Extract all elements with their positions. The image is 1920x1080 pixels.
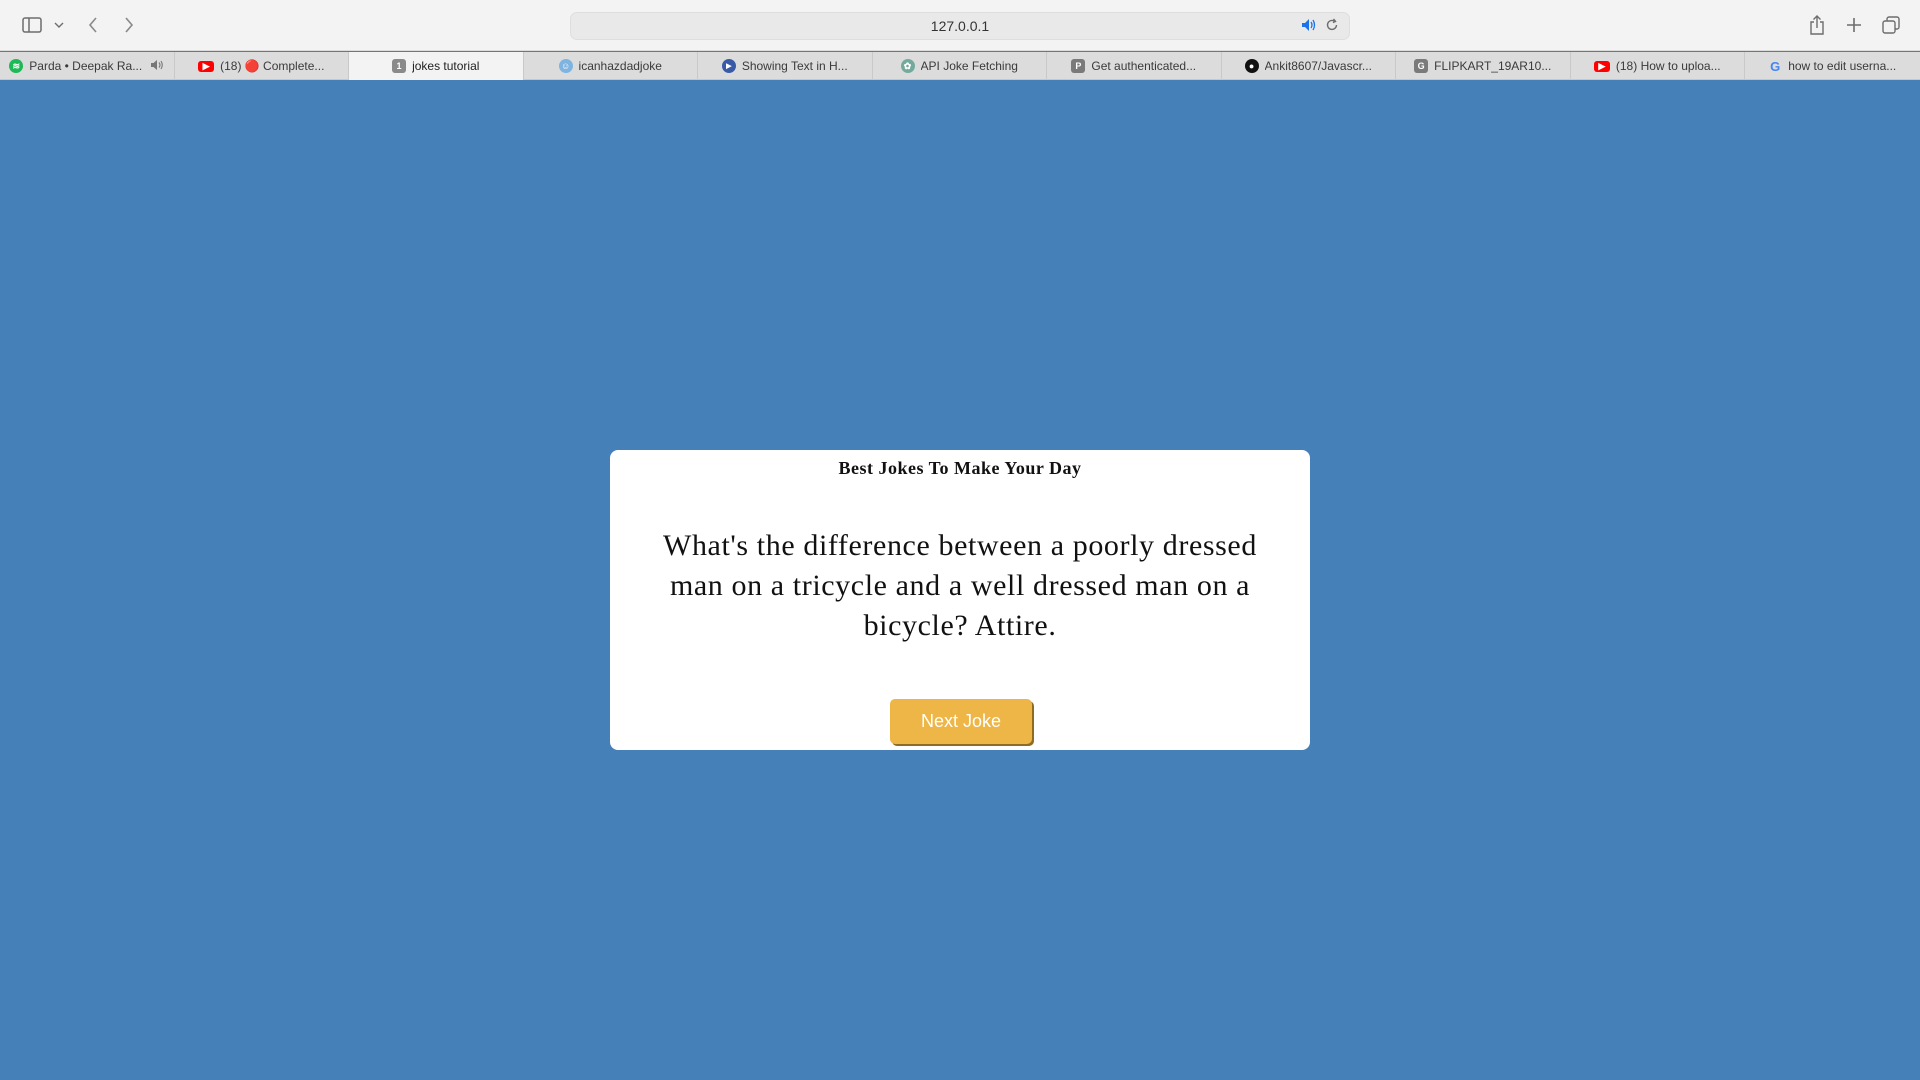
tab-overview-icon[interactable] bbox=[1880, 12, 1902, 38]
youtube-icon: ▶ bbox=[198, 60, 215, 72]
github-icon: ● bbox=[1244, 59, 1259, 73]
tab-flipkart[interactable]: G FLIPKART_19AR10... bbox=[1396, 52, 1571, 80]
tab-strip: ≋ Parda • Deepak Ra... ▶ (18) 🔴 Complete… bbox=[0, 52, 1920, 80]
tab-api-joke-fetching[interactable]: ✿ API Joke Fetching bbox=[873, 52, 1047, 80]
tab-label: Showing Text in H... bbox=[741, 59, 848, 73]
tab-label: Ankit8607/Javascr... bbox=[1264, 59, 1372, 73]
youtube-icon: ▶ bbox=[1593, 60, 1610, 72]
letter-p-icon: P bbox=[1071, 59, 1086, 73]
tab-label: API Joke Fetching bbox=[920, 59, 1018, 73]
speaker-icon[interactable] bbox=[150, 59, 164, 74]
google-icon: G bbox=[1770, 58, 1781, 74]
spotify-icon: ≋ bbox=[9, 59, 24, 73]
tab-github[interactable]: ● Ankit8607/Javascr... bbox=[1222, 52, 1396, 80]
tab-label: icanhazdadjoke bbox=[578, 59, 662, 73]
tab-get-authenticated[interactable]: P Get authenticated... bbox=[1047, 52, 1222, 80]
tab-label: FLIPKART_19AR10... bbox=[1434, 59, 1552, 73]
forward-icon[interactable] bbox=[120, 12, 138, 38]
number-one-icon: 1 bbox=[392, 59, 407, 73]
joke-card: Best Jokes To Make Your Day What's the d… bbox=[610, 450, 1310, 750]
speaker-icon[interactable] bbox=[1301, 18, 1317, 37]
tab-label: (18) How to uploa... bbox=[1615, 59, 1721, 73]
tab-label: jokes tutorial bbox=[412, 59, 480, 73]
tab-label: how to edit userna... bbox=[1788, 59, 1897, 73]
dadjoke-icon: ☺ bbox=[558, 59, 573, 73]
reload-icon[interactable] bbox=[1325, 18, 1339, 37]
openai-icon: ✿ bbox=[900, 59, 915, 73]
next-joke-button[interactable]: Next Joke bbox=[890, 699, 1032, 744]
tab-youtube-upload[interactable]: ▶ (18) How to uploa... bbox=[1571, 52, 1745, 80]
page-title: Best Jokes To Make Your Day bbox=[838, 458, 1082, 478]
tab-label: Parda • Deepak Ra... bbox=[29, 59, 143, 73]
address-text: 127.0.0.1 bbox=[930, 18, 990, 34]
back-icon[interactable] bbox=[84, 12, 102, 38]
tab-label: Get authenticated... bbox=[1091, 59, 1197, 73]
play-circle-icon: ▶ bbox=[721, 59, 736, 73]
tab-jokes-tutorial[interactable]: 1 jokes tutorial bbox=[349, 52, 524, 80]
tab-label: (18) 🔴 Complete... bbox=[220, 59, 325, 73]
tab-google-search[interactable]: G how to edit userna... bbox=[1745, 52, 1920, 80]
share-icon[interactable] bbox=[1806, 12, 1828, 38]
tab-youtube-complete[interactable]: ▶ (18) 🔴 Complete... bbox=[175, 52, 349, 80]
address-bar[interactable]: 127.0.0.1 bbox=[570, 12, 1350, 40]
tab-spotify[interactable]: ≋ Parda • Deepak Ra... bbox=[0, 52, 175, 80]
tab-icanhazdadjoke[interactable]: ☺ icanhazdadjoke bbox=[524, 52, 698, 80]
new-tab-icon[interactable] bbox=[1843, 12, 1865, 38]
tab-showing-text[interactable]: ▶ Showing Text in H... bbox=[698, 52, 873, 80]
sidebar-toggle-icon[interactable] bbox=[20, 12, 44, 38]
joke-text: What's the difference between a poorly d… bbox=[663, 529, 1257, 642]
letter-g-icon: G bbox=[1414, 59, 1429, 73]
chevron-down-icon[interactable] bbox=[52, 12, 66, 38]
browser-toolbar: 127.0.0.1 bbox=[0, 0, 1920, 51]
